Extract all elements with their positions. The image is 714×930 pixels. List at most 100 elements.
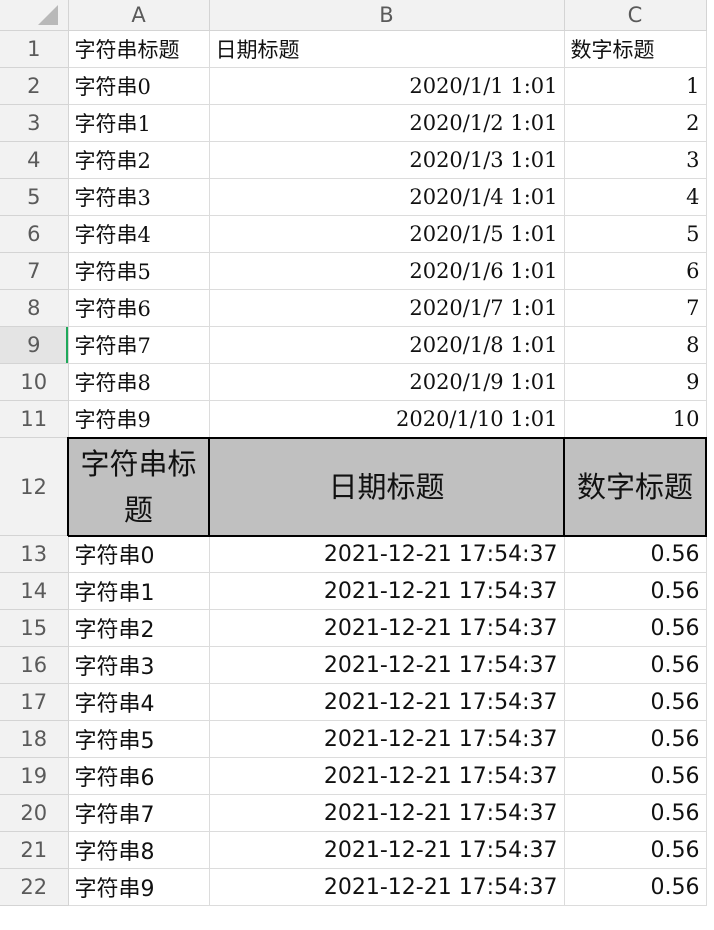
cell-string[interactable]: 字符串0 bbox=[68, 535, 210, 573]
cell-number[interactable]: 4 bbox=[564, 178, 707, 216]
cell-number[interactable]: 0.56 bbox=[564, 720, 707, 758]
cell-number[interactable]: 8 bbox=[564, 326, 707, 364]
row-header[interactable]: 11 bbox=[0, 400, 69, 438]
cell-string[interactable]: 字符串6 bbox=[68, 757, 210, 795]
cell-date[interactable]: 2021-12-21 17:54:37 bbox=[209, 757, 565, 795]
row-header[interactable]: 3 bbox=[0, 104, 69, 142]
cell-string[interactable]: 字符串2 bbox=[68, 141, 210, 179]
row-header[interactable]: 9 bbox=[0, 326, 69, 364]
cell-number[interactable]: 0.56 bbox=[564, 831, 707, 869]
cell-date[interactable]: 2020/1/8 1:01 bbox=[209, 326, 565, 364]
row-header[interactable]: 13 bbox=[0, 535, 69, 573]
cell-number[interactable]: 数字标题 bbox=[564, 30, 707, 68]
cell-date[interactable]: 2021-12-21 17:54:37 bbox=[209, 609, 565, 647]
column-header-a[interactable]: A bbox=[68, 0, 210, 31]
row-header[interactable]: 5 bbox=[0, 178, 69, 216]
select-all-corner[interactable] bbox=[0, 0, 69, 31]
column-header-b[interactable]: B bbox=[209, 0, 565, 31]
select-all-icon bbox=[37, 5, 58, 25]
cell-date[interactable]: 2021-12-21 17:54:37 bbox=[209, 572, 565, 610]
cell-string[interactable]: 字符串1 bbox=[68, 572, 210, 610]
cell-date[interactable]: 2020/1/10 1:01 bbox=[209, 400, 565, 438]
cell-string[interactable]: 字符串8 bbox=[68, 363, 210, 401]
cell-string[interactable]: 字符串标题 bbox=[68, 30, 210, 68]
row-header[interactable]: 12 bbox=[0, 437, 69, 536]
cell-date[interactable]: 2020/1/4 1:01 bbox=[209, 178, 565, 216]
cell-date[interactable]: 2020/1/5 1:01 bbox=[209, 215, 565, 253]
cell-number[interactable]: 0.56 bbox=[564, 535, 707, 573]
row-header[interactable]: 17 bbox=[0, 683, 69, 721]
row-header[interactable]: 14 bbox=[0, 572, 69, 610]
cell-number[interactable]: 1 bbox=[564, 67, 707, 105]
cell-header-string[interactable]: 字符串标题 bbox=[67, 436, 210, 537]
row-header[interactable]: 16 bbox=[0, 646, 69, 684]
row-header[interactable]: 7 bbox=[0, 252, 69, 290]
cell-date[interactable]: 2021-12-21 17:54:37 bbox=[209, 868, 565, 906]
cell-date[interactable]: 2020/1/7 1:01 bbox=[209, 289, 565, 327]
cell-string[interactable]: 字符串8 bbox=[68, 831, 210, 869]
table-row: 11 字符串9 2020/1/10 1:01 10 bbox=[0, 400, 707, 438]
table-row: 21 字符串8 2021-12-21 17:54:37 0.56 bbox=[0, 831, 707, 869]
cell-string[interactable]: 字符串3 bbox=[68, 178, 210, 216]
cell-date[interactable]: 2021-12-21 17:54:37 bbox=[209, 720, 565, 758]
cell-number[interactable]: 2 bbox=[564, 104, 707, 142]
cell-date[interactable]: 2021-12-21 17:54:37 bbox=[209, 683, 565, 721]
cell-number[interactable]: 0.56 bbox=[564, 757, 707, 795]
cell-string[interactable]: 字符串9 bbox=[68, 868, 210, 906]
cell-date[interactable]: 2020/1/2 1:01 bbox=[209, 104, 565, 142]
cell-number[interactable]: 3 bbox=[564, 141, 707, 179]
row-header[interactable]: 18 bbox=[0, 720, 69, 758]
cell-string[interactable]: 字符串1 bbox=[68, 104, 210, 142]
cell-string[interactable]: 字符串4 bbox=[68, 683, 210, 721]
cell-number[interactable]: 0.56 bbox=[564, 646, 707, 684]
cell-date[interactable]: 2021-12-21 17:54:37 bbox=[209, 535, 565, 573]
cell-number[interactable]: 5 bbox=[564, 215, 707, 253]
cell-string[interactable]: 字符串0 bbox=[68, 67, 210, 105]
cell-number[interactable]: 0.56 bbox=[564, 868, 707, 906]
cell-string[interactable]: 字符串2 bbox=[68, 609, 210, 647]
row-header[interactable]: 19 bbox=[0, 757, 69, 795]
table-row: 12 字符串标题 日期标题 数字标题 bbox=[0, 436, 707, 537]
row-header[interactable]: 10 bbox=[0, 363, 69, 401]
cell-number[interactable]: 10 bbox=[564, 400, 707, 438]
cell-string[interactable]: 字符串5 bbox=[68, 720, 210, 758]
cell-number[interactable]: 0.56 bbox=[564, 683, 707, 721]
cell-string[interactable]: 字符串6 bbox=[68, 289, 210, 327]
cell-string[interactable]: 字符串7 bbox=[68, 326, 210, 364]
cell-string[interactable]: 字符串3 bbox=[68, 646, 210, 684]
cell-date[interactable]: 2020/1/6 1:01 bbox=[209, 252, 565, 290]
row-header[interactable]: 2 bbox=[0, 67, 69, 105]
cell-date[interactable]: 2021-12-21 17:54:37 bbox=[209, 831, 565, 869]
cell-date[interactable]: 2021-12-21 17:54:37 bbox=[209, 646, 565, 684]
table-row: 17 字符串4 2021-12-21 17:54:37 0.56 bbox=[0, 683, 707, 721]
cell-header-date[interactable]: 日期标题 bbox=[208, 436, 565, 537]
cell-number[interactable]: 0.56 bbox=[564, 794, 707, 832]
cell-date[interactable]: 日期标题 bbox=[209, 30, 565, 68]
cell-number[interactable]: 6 bbox=[564, 252, 707, 290]
cell-string[interactable]: 字符串7 bbox=[68, 794, 210, 832]
row-header[interactable]: 21 bbox=[0, 831, 69, 869]
cell-number[interactable]: 7 bbox=[564, 289, 707, 327]
row-header[interactable]: 6 bbox=[0, 215, 69, 253]
cell-number[interactable]: 0.56 bbox=[564, 609, 707, 647]
cell-string[interactable]: 字符串5 bbox=[68, 252, 210, 290]
cell-date[interactable]: 2020/1/9 1:01 bbox=[209, 363, 565, 401]
row-header[interactable]: 20 bbox=[0, 794, 69, 832]
row-header[interactable]: 22 bbox=[0, 868, 69, 906]
cell-date[interactable]: 2021-12-21 17:54:37 bbox=[209, 794, 565, 832]
row-header[interactable]: 1 bbox=[0, 30, 69, 68]
table-row: 10 字符串8 2020/1/9 1:01 9 bbox=[0, 363, 707, 401]
column-header-c[interactable]: C bbox=[564, 0, 707, 31]
cell-string[interactable]: 字符串9 bbox=[68, 400, 210, 438]
cell-string[interactable]: 字符串4 bbox=[68, 215, 210, 253]
table-row: 19 字符串6 2021-12-21 17:54:37 0.56 bbox=[0, 757, 707, 795]
row-header[interactable]: 4 bbox=[0, 141, 69, 179]
cell-date[interactable]: 2020/1/1 1:01 bbox=[209, 67, 565, 105]
row-header[interactable]: 15 bbox=[0, 609, 69, 647]
cell-date[interactable]: 2020/1/3 1:01 bbox=[209, 141, 565, 179]
table-row: 2 字符串0 2020/1/1 1:01 1 bbox=[0, 67, 707, 105]
cell-number[interactable]: 0.56 bbox=[564, 572, 707, 610]
row-header[interactable]: 8 bbox=[0, 289, 69, 327]
cell-number[interactable]: 9 bbox=[564, 363, 707, 401]
cell-header-number[interactable]: 数字标题 bbox=[563, 436, 707, 537]
